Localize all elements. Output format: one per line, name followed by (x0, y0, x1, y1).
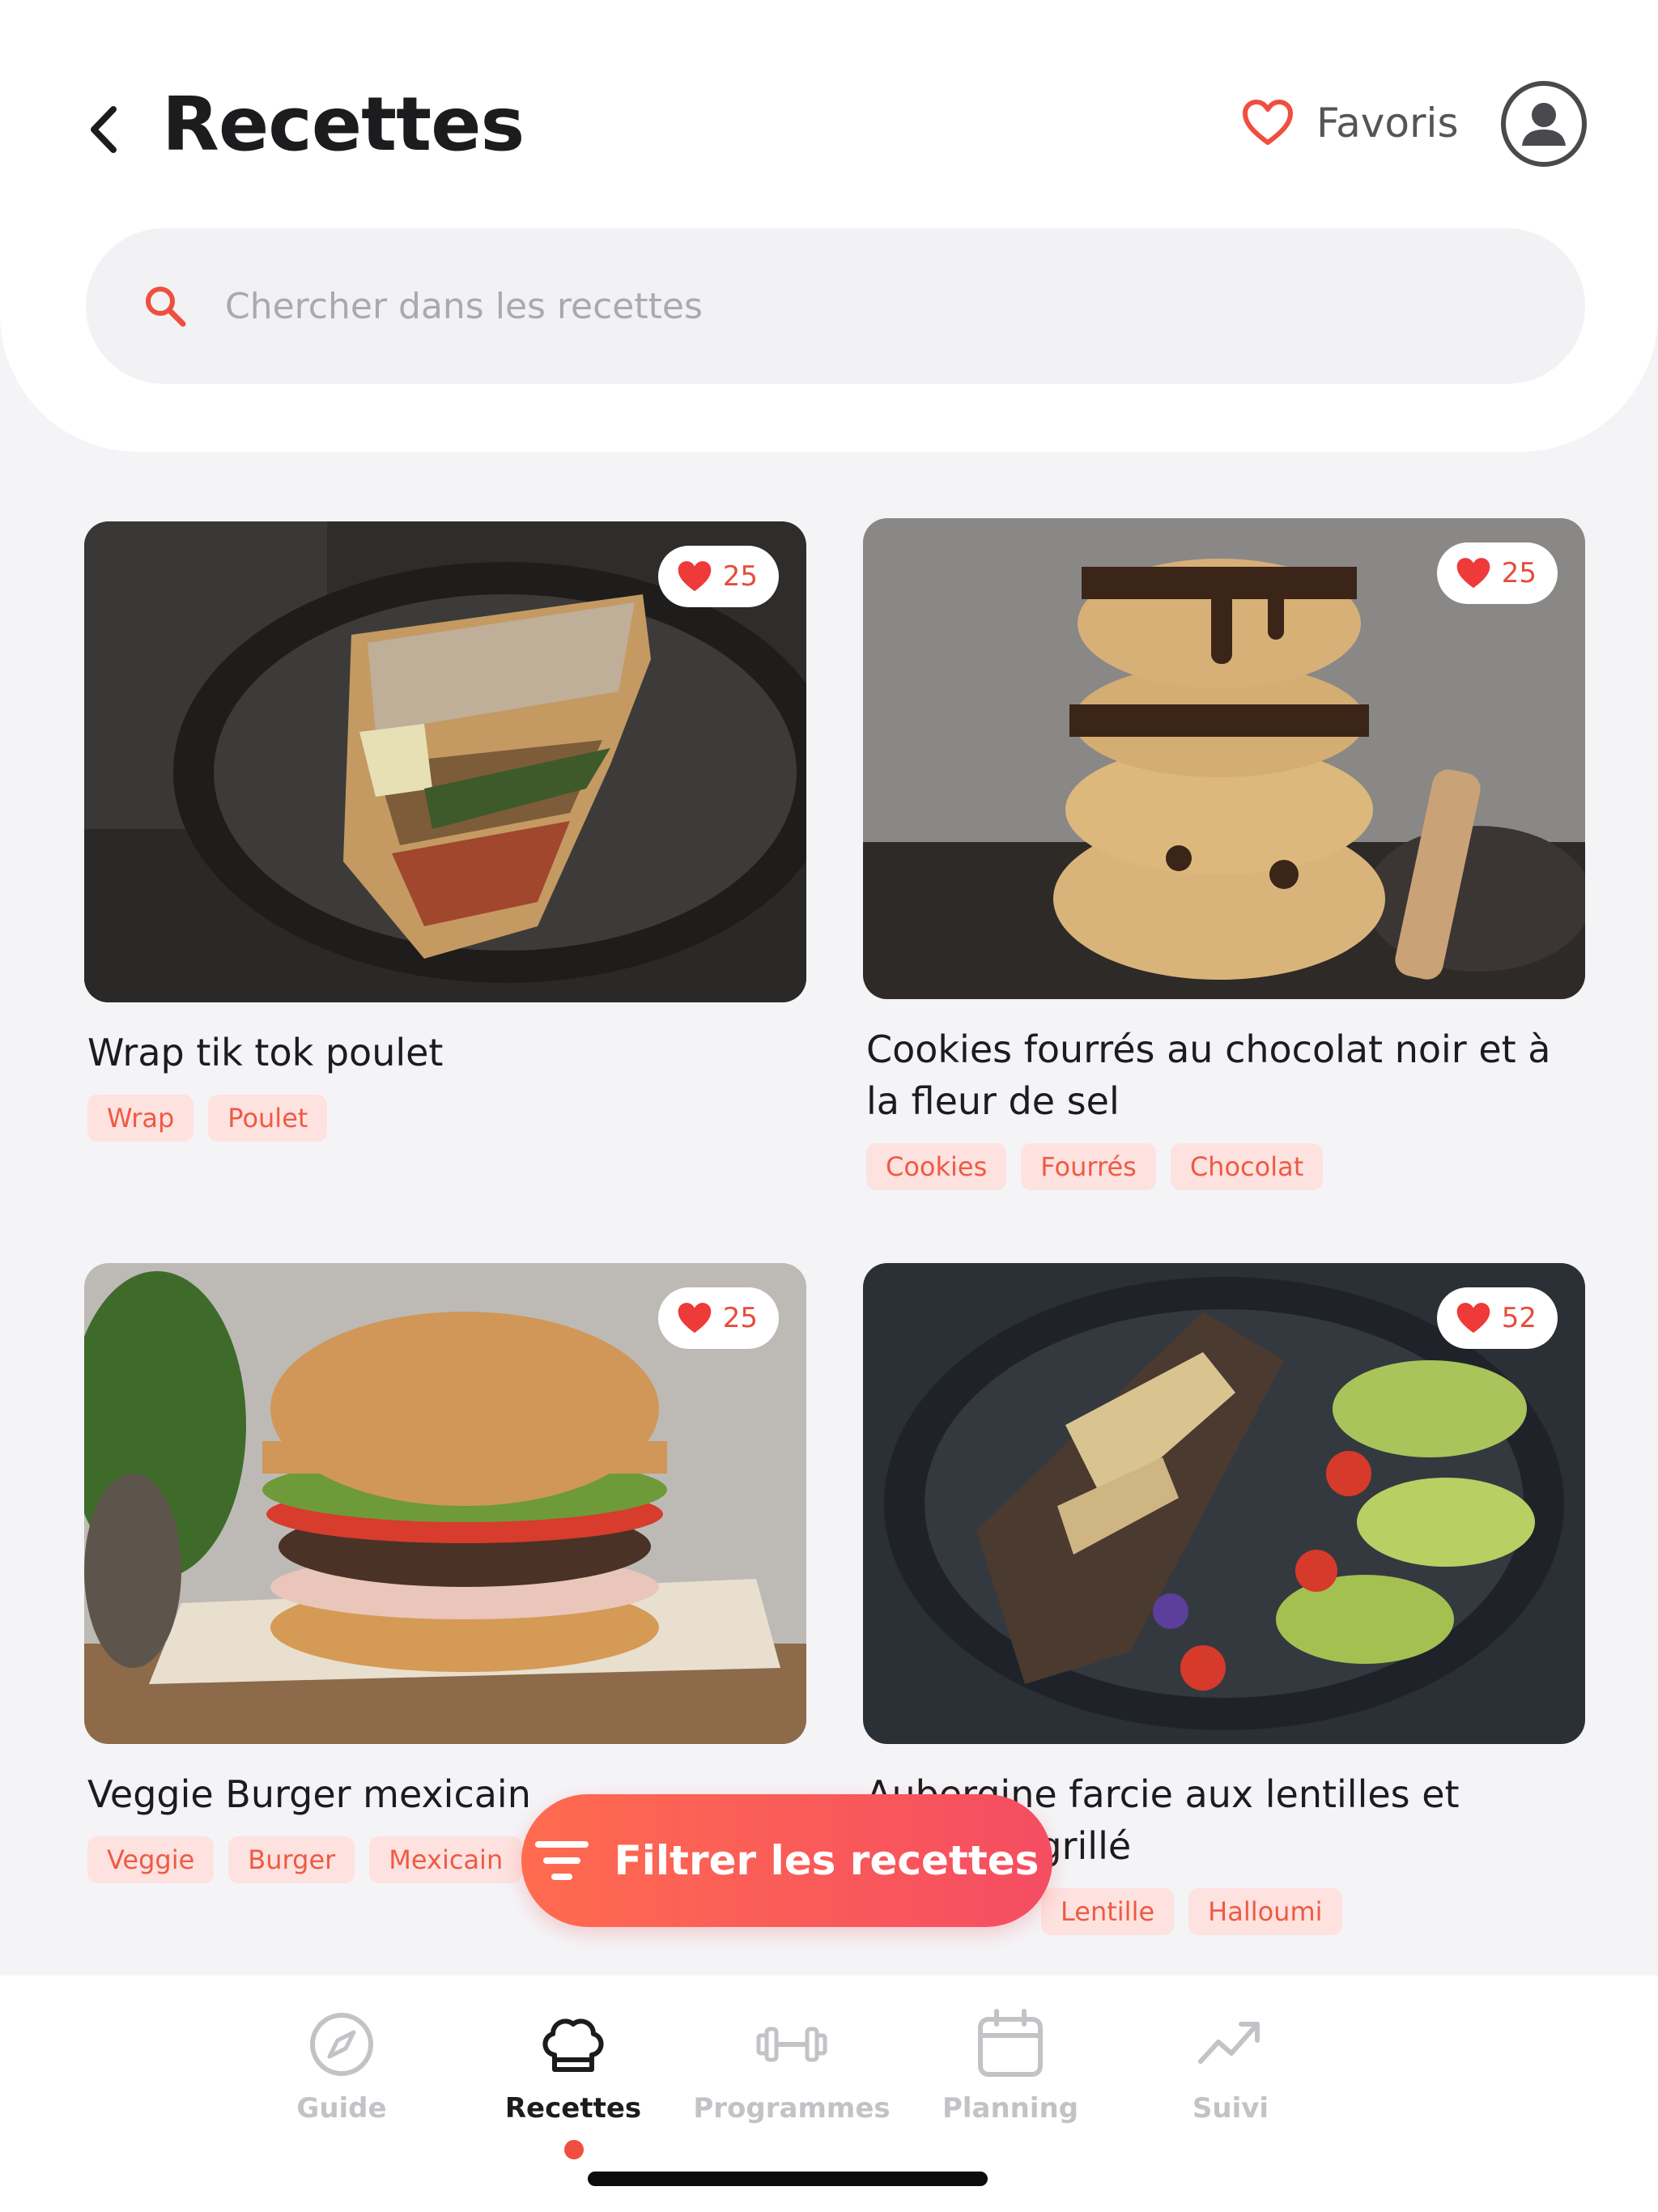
search-bar[interactable] (86, 228, 1585, 384)
recipe-tag[interactable]: Chocolat (1170, 1143, 1324, 1190)
recipe-tag[interactable]: Wrap (87, 1095, 194, 1142)
recipe-tag[interactable]: Burger (228, 1836, 355, 1883)
compass-icon (310, 2013, 373, 2076)
likes-count: 25 (1501, 557, 1537, 589)
home-indicator (588, 2172, 988, 2186)
favorites-link[interactable]: Favoris (1242, 95, 1459, 151)
active-tab-indicator (564, 2140, 584, 2159)
tab-label: Guide (296, 2092, 387, 2125)
filter-recipes-button[interactable]: Filtrer les recettes (521, 1794, 1052, 1927)
recipe-tag[interactable]: Cookies (866, 1143, 1007, 1190)
favorites-label: Favoris (1316, 100, 1459, 147)
heart-filled-icon (1456, 558, 1490, 589)
likes-count: 52 (1501, 1302, 1537, 1334)
user-avatar-button[interactable] (1501, 81, 1587, 167)
filter-recipes-label: Filtrer les recettes (614, 1837, 1039, 1884)
recipe-card[interactable]: 25 Veggie Burger mexicain Veggie Burger … (84, 1263, 806, 1883)
likes-count: 25 (722, 560, 758, 593)
trend-chart-icon (1198, 2022, 1260, 2064)
recipe-tag[interactable]: Poulet (208, 1095, 328, 1142)
calendar-icon (978, 2009, 1043, 2077)
chef-hat-icon (542, 2018, 604, 2072)
tab-planning[interactable]: Planning (913, 2008, 1107, 2125)
recipe-tag[interactable]: Halloumi (1188, 1888, 1342, 1935)
header: Recettes Favoris (0, 0, 1658, 452)
recipe-card[interactable]: 25 Wrap tik tok poulet Wrap Poulet (84, 521, 806, 1142)
recipe-title[interactable]: Cookies fourrés au chocolat noir et à la… (863, 1023, 1585, 1127)
tab-label: Suivi (1192, 2092, 1269, 2125)
recipe-title[interactable]: Wrap tik tok poulet (84, 1027, 806, 1078)
page-title: Recettes (162, 81, 525, 168)
filter-icon (534, 1841, 589, 1880)
heart-filled-icon (1456, 1303, 1490, 1334)
tab-label: Planning (942, 2092, 1079, 2125)
recipe-card[interactable]: 25 Cookies fourrés au chocolat noir et à… (863, 518, 1585, 1190)
likes-badge[interactable]: 25 (1436, 542, 1558, 604)
heart-filled-icon (678, 561, 712, 592)
likes-badge[interactable]: 25 (657, 1287, 779, 1349)
recipe-tag[interactable]: Fourrés (1021, 1143, 1156, 1190)
likes-count: 25 (722, 1302, 758, 1334)
recipe-image[interactable]: 25 (84, 521, 806, 1002)
tab-programmes[interactable]: Programmes (693, 2008, 891, 2125)
search-input[interactable] (225, 228, 1520, 384)
recipe-tag[interactable]: Veggie (87, 1836, 215, 1883)
recipe-tags: Wrap Poulet (84, 1095, 806, 1142)
tab-guide[interactable]: Guide (244, 2008, 439, 2125)
recipe-image[interactable]: 52 (863, 1263, 1585, 1744)
recipe-tag[interactable]: Mexicain (369, 1836, 523, 1883)
recipe-image[interactable]: 25 (863, 518, 1585, 999)
heart-outline-icon (1243, 100, 1293, 145)
likes-badge[interactable]: 25 (657, 546, 779, 607)
recipe-image[interactable]: 25 (84, 1263, 806, 1744)
user-icon (1522, 103, 1566, 146)
likes-badge[interactable]: 52 (1436, 1287, 1558, 1349)
search-icon (146, 287, 186, 327)
recipe-tags: Cookies Fourrés Chocolat (863, 1143, 1585, 1190)
recipe-tag[interactable]: Lentille (1041, 1888, 1175, 1935)
tab-label: Programmes (693, 2092, 891, 2125)
heart-filled-icon (678, 1303, 712, 1334)
tab-suivi[interactable]: Suivi (1133, 2008, 1328, 2125)
back-chevron-icon[interactable] (84, 101, 125, 158)
tab-label: Recettes (504, 2092, 642, 2125)
tab-recettes[interactable]: Recettes (476, 2008, 670, 2125)
dumbbell-icon (756, 2027, 827, 2062)
